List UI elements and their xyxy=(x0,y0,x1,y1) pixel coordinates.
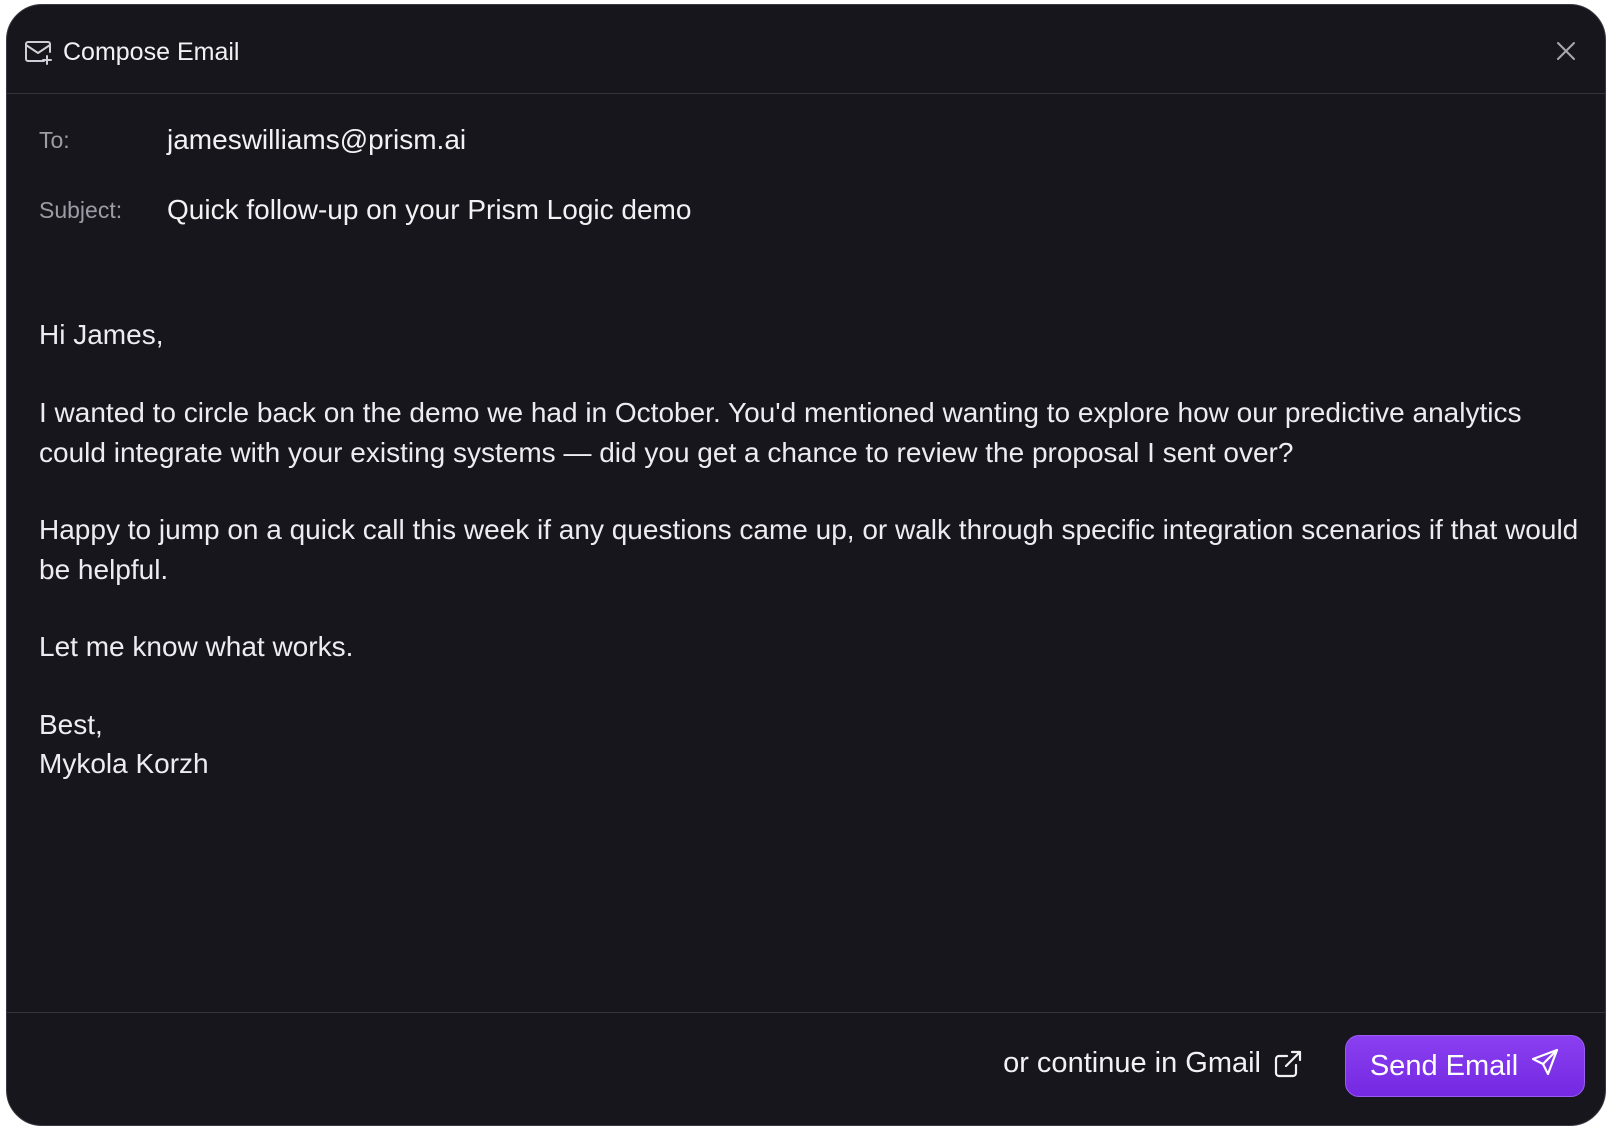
send-email-button[interactable]: Send Email xyxy=(1345,1035,1585,1097)
mail-plus-icon xyxy=(24,39,54,67)
send-email-label: Send Email xyxy=(1369,1049,1519,1082)
body-paragraph-1: I wanted to circle back on the demo we h… xyxy=(39,397,1522,468)
close-icon xyxy=(1555,40,1577,67)
external-link-icon xyxy=(1273,1049,1303,1079)
to-label: To: xyxy=(39,127,70,153)
dialog-title: Compose Email xyxy=(63,38,240,66)
dialog-header: Compose Email xyxy=(7,5,1605,94)
subject-label: Subject: xyxy=(39,197,123,223)
continue-in-gmail-link[interactable]: or continue in Gmail xyxy=(1003,1047,1303,1080)
subject-field[interactable]: Quick follow-up on your Prism Logic demo xyxy=(167,194,691,226)
to-field[interactable]: jameswilliams@prism.ai xyxy=(167,124,466,156)
body-paragraph-2: Happy to jump on a quick call this week … xyxy=(39,514,1579,585)
body-signoff: Best, xyxy=(39,709,103,740)
send-icon xyxy=(1530,1047,1560,1085)
close-button[interactable] xyxy=(1549,36,1583,70)
dialog-footer: or continue in Gmail Send Email xyxy=(7,1012,1605,1125)
gmail-link-label: or continue in Gmail xyxy=(1003,1047,1261,1079)
body-paragraph-3: Let me know what works. xyxy=(39,631,354,662)
body-signature: Mykola Korzh xyxy=(39,748,209,779)
compose-email-dialog: Compose Email To: jameswilliams@prism.ai… xyxy=(6,4,1606,1126)
body-greeting: Hi James, xyxy=(39,319,164,350)
